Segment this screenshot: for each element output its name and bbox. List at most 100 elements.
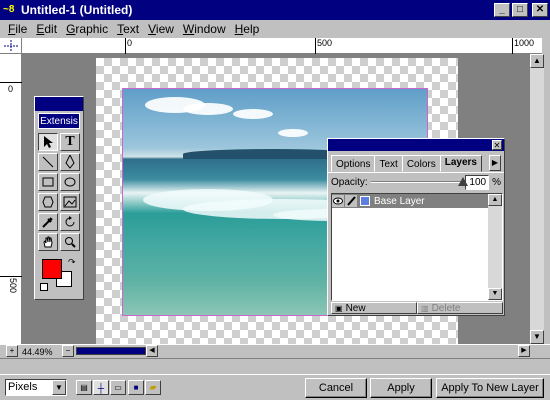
maximize-button[interactable]: □ [512,3,528,17]
view-mode-button-2[interactable]: ┼ [93,380,109,395]
rotate-tool[interactable] [60,213,80,231]
status-strip [0,358,550,374]
minimize-button[interactable]: _ [494,3,510,17]
app-window: ~8 Untitled-1 (Untitled) _ □ ✕ File Edit… [0,0,550,400]
panel-menu-arrow-icon[interactable]: ▶ [489,155,501,171]
menu-graphic[interactable]: Graphic [66,22,108,36]
zoom-level[interactable]: 44.49% [22,346,62,358]
opacity-slider[interactable] [370,177,468,187]
rectangle-tool[interactable] [38,173,58,191]
pen-tool[interactable] [60,153,80,171]
title-bar[interactable]: ~8 Untitled-1 (Untitled) _ □ ✕ [0,0,550,20]
view-mode-button-1[interactable]: ▤ [76,380,92,395]
bottom-bar: Pixels ▼ ▤ ┼ ▭ ■ ▰ Cancel Apply Apply To… [0,374,550,400]
new-layer-button[interactable]: ▣ New [331,302,417,314]
grid-icon: ▤ [80,383,88,392]
layer-name: Base Layer [374,195,425,207]
toolbox-titlebar[interactable] [35,97,83,111]
line-tool[interactable] [38,153,58,171]
eyedropper-tool[interactable] [38,213,58,231]
scroll-down-button[interactable]: ▼ [530,330,544,344]
text-tool-icon: T [65,134,75,149]
polygon-tool[interactable] [38,193,58,211]
layers-panel: ✕ Options Text Colors Layers ▶ Opacity: … [327,138,505,316]
app-icon: ~8 [3,4,15,15]
ellipse-icon [64,177,76,187]
close-button[interactable]: ✕ [532,3,548,17]
pointer-tool[interactable] [38,133,58,151]
trash-icon: ▥ [421,303,429,313]
floppy-icon: ■ [133,383,139,392]
crosshair-view-icon: ┼ [97,382,105,393]
menu-view[interactable]: View [148,22,174,36]
ruler-label-1000: 1000 [514,38,535,48]
menu-help[interactable]: Help [235,22,260,36]
zoom-in-button[interactable]: + [6,345,18,357]
swap-colors-icon[interactable]: ↷ [68,257,76,268]
default-colors-icon[interactable] [40,283,48,291]
foreground-color-swatch[interactable] [42,259,62,279]
text-tool[interactable]: T [60,133,80,151]
delete-layer-button[interactable]: ▥ Delete [417,302,503,314]
ruler-label-0: 0 [127,38,133,48]
opacity-input[interactable]: 100 [465,174,490,190]
view-mode-button-3[interactable]: ▭ [110,380,126,395]
tab-colors[interactable]: Colors [401,155,441,172]
layers-panel-titlebar[interactable]: ✕ [328,139,504,151]
toolbox-palette: Extensis T ↷ [34,96,84,300]
panel-close-button[interactable]: ✕ [492,140,502,150]
zoom-tool[interactable] [60,233,80,251]
menu-file[interactable]: File [8,22,27,36]
opacity-unit: % [492,176,501,188]
tab-layers[interactable]: Layers [439,155,482,172]
menu-window[interactable]: Window [183,22,226,36]
save-view-button[interactable]: ■ [128,380,144,395]
vertical-ruler: 0 500 [0,54,22,344]
layer-scroll-up-button[interactable]: ▲ [488,194,502,206]
scroll-up-button[interactable]: ▲ [530,54,544,68]
toolbox-title: Extensis [38,113,80,129]
units-select[interactable]: Pixels ▼ [5,379,67,396]
rectangle-icon [42,177,54,187]
zoom-out-button[interactable]: − [62,345,74,357]
opacity-label: Opacity: [331,176,368,188]
chevron-down-icon[interactable]: ▼ [52,380,66,395]
hand-tool[interactable] [38,233,58,251]
eye-icon[interactable] [332,195,344,207]
scroll-left-button[interactable]: ◀ [146,345,158,357]
horizontal-ruler: 0 500 1000 [22,38,542,54]
ellipse-tool[interactable] [60,173,80,191]
new-layer-icon: ▣ [335,303,343,313]
color-well[interactable]: ↷ [38,255,82,295]
menu-bar: File Edit Graphic Text View Window Help [0,20,550,38]
open-folder-button[interactable]: ▰ [145,380,161,395]
crosshair-icon [4,40,18,52]
layer-list[interactable]: Base Layer ▲ ▼ [331,193,503,301]
vruler-label-500: 500 [8,278,18,294]
apply-button[interactable]: Apply [370,378,432,398]
pen-icon [65,155,75,169]
line-icon [42,156,54,168]
cancel-button[interactable]: Cancel [305,378,367,398]
layer-list-scrollbar[interactable]: ▲ ▼ [488,194,502,300]
image-tool[interactable] [60,193,80,211]
hexagon-icon [42,196,54,208]
menu-edit[interactable]: Edit [36,22,57,36]
tab-text[interactable]: Text [374,155,403,172]
opacity-slider-thumb[interactable] [457,177,468,186]
window-icon: ▭ [114,383,122,392]
tab-options[interactable]: Options [331,155,376,172]
vertical-scrollbar[interactable]: ▲ ▼ [530,54,544,344]
units-value: Pixels [8,381,38,393]
window-title: Untitled-1 (Untitled) [21,3,133,17]
menu-text[interactable]: Text [117,22,139,36]
horizontal-scroll-thumb[interactable] [76,347,146,355]
folder-icon: ▰ [149,382,157,392]
layer-row[interactable]: Base Layer [332,194,488,208]
magnifier-icon [65,237,76,248]
apply-to-new-layer-button[interactable]: Apply To New Layer [436,378,544,398]
layer-scroll-down-button[interactable]: ▼ [488,288,502,300]
scroll-right-button[interactable]: ▶ [518,345,530,357]
pencil-icon[interactable] [345,195,357,207]
ruler-origin[interactable] [0,38,22,54]
